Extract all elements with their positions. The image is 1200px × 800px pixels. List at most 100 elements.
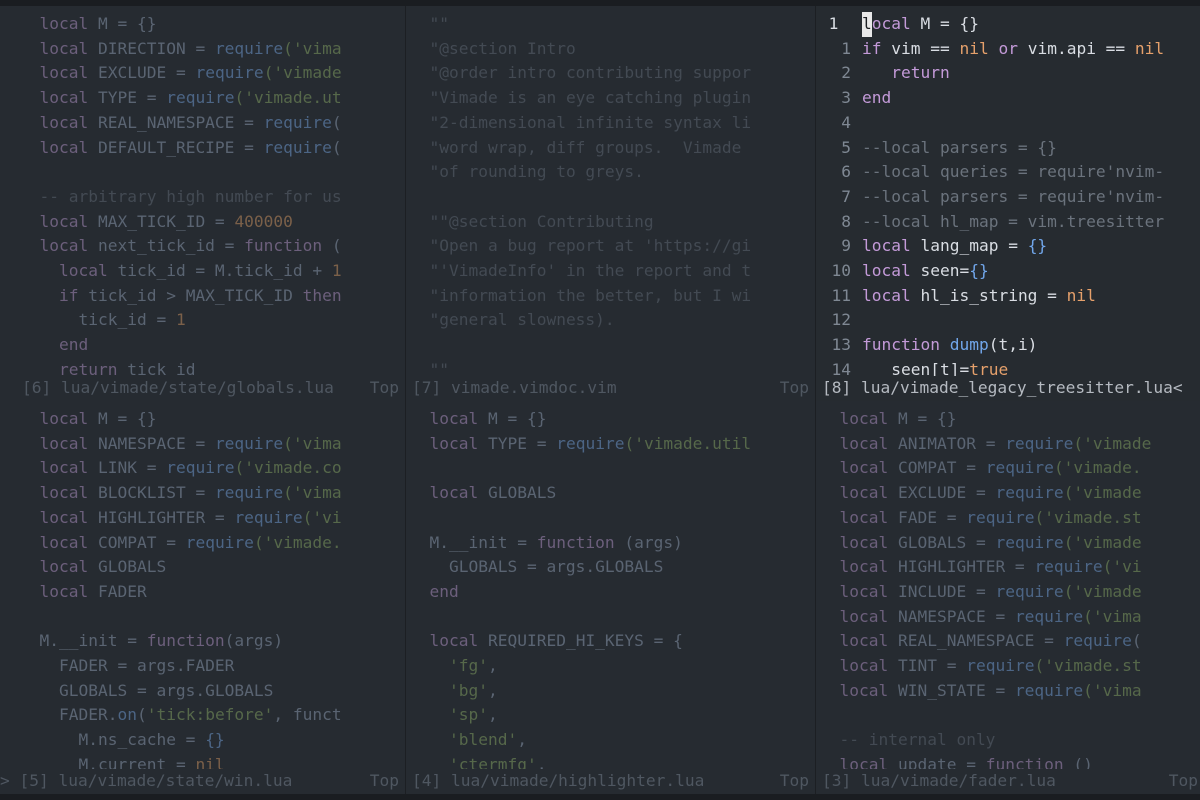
code-line[interactable]: 'sp', [406,703,816,728]
code-line[interactable]: 9 local lang_map = {} [816,234,1200,259]
code-line[interactable]: FADER = args.FADER [0,654,406,679]
code-line[interactable]: local M = {} [0,12,406,37]
code-line[interactable]: 'blend', [406,728,816,753]
code-line[interactable]: local REQUIRED_HI_KEYS = { [406,629,816,654]
code-line[interactable]: "'VimadeInfo' in the report and t [406,259,816,284]
code-line[interactable]: 'bg', [406,679,816,704]
code-line[interactable]: local TYPE = require('vimade.ut [0,86,406,111]
code-line[interactable] [0,160,406,185]
code-line[interactable]: 1 if vim == nil or vim.api == nil [816,37,1200,62]
code-line[interactable] [406,185,816,210]
window-w7[interactable]: "" "@section Intro "@order intro contrib… [406,6,816,401]
code-line[interactable]: "" [406,12,816,37]
statusline[interactable]: [4] lua/vimade/highlighter.lua Top [406,769,816,794]
code-line[interactable]: 10 local seen={} [816,259,1200,284]
code-line[interactable]: local M = {} [0,407,406,432]
code-line[interactable]: local FADER [0,580,406,605]
statusline[interactable]: [3] lua/vimade/fader.lua Top [816,769,1200,794]
code-line[interactable]: end [406,580,816,605]
code-line[interactable]: end [0,333,406,358]
code-line[interactable]: local INCLUDE = require('vimade [816,580,1200,605]
code-line[interactable]: "information the better, but I wi [406,284,816,309]
code-line[interactable]: 7 --local parsers = require'nvim- [816,185,1200,210]
code-line[interactable]: local GLOBALS [0,555,406,580]
code-line[interactable]: 5 --local parsers = {} [816,136,1200,161]
code-line[interactable]: local ANIMATOR = require('vimade [816,432,1200,457]
code-line[interactable] [406,605,816,630]
code-line[interactable]: 1 local M = {} [816,12,1200,37]
window-w5[interactable]: local M = {} local NAMESPACE = require('… [0,401,406,794]
code-line[interactable]: "of rounding to greys. [406,160,816,185]
code-line[interactable]: local EXCLUDE = require('vimade [816,481,1200,506]
code-line[interactable]: ""@section Contributing [406,210,816,235]
code-line[interactable]: local DIRECTION = require('vima [0,37,406,62]
code-line[interactable]: local M = {} [816,407,1200,432]
code-line[interactable]: 2 return [816,61,1200,86]
code-line[interactable]: GLOBALS = args.GLOBALS [0,679,406,704]
window-w4[interactable]: local M = {} local TYPE = require('vimad… [406,401,816,794]
code-line[interactable]: 3 end [816,86,1200,111]
code-line[interactable]: local GLOBALS = require('vimade [816,531,1200,556]
code-line[interactable]: local LINK = require('vimade.co [0,456,406,481]
code-line[interactable]: local tick_id = M.tick_id + 1 [0,259,406,284]
code-line[interactable]: 6 --local queries = require'nvim- [816,160,1200,185]
code-line[interactable]: local DEFAULT_RECIPE = require( [0,136,406,161]
code-line[interactable]: "Vimade is an eye catching plugin [406,86,816,111]
code-line[interactable]: local next_tick_id = function ( [0,234,406,259]
code-line[interactable]: 11 local hl_is_string = nil [816,284,1200,309]
code-line[interactable]: local M = {} [406,407,816,432]
code-line[interactable]: GLOBALS = args.GLOBALS [406,555,816,580]
code-line[interactable] [0,605,406,630]
code-line[interactable]: local COMPAT = require('vimade. [816,456,1200,481]
code-line[interactable]: "@section Intro [406,37,816,62]
code-line[interactable]: "Open a bug report at 'https://gi [406,234,816,259]
window-w6[interactable]: local M = {} local DIRECTION = require('… [0,6,406,401]
code-line[interactable]: local NAMESPACE = require('vima [816,605,1200,630]
code-line[interactable]: 'fg', [406,654,816,679]
code-line[interactable]: FADER.on('tick:before', funct [0,703,406,728]
code-line[interactable]: local BLOCKLIST = require('vima [0,481,406,506]
code-line[interactable]: if tick_id > MAX_TICK_ID then [0,284,406,309]
code-line[interactable]: "general slowness). [406,308,816,333]
code-line[interactable]: 4 [816,111,1200,136]
code-line[interactable] [406,456,816,481]
code-line[interactable]: "word wrap, diff groups. Vimade [406,136,816,161]
code-line[interactable]: local WIN_STATE = require('vima [816,679,1200,704]
code-line[interactable] [406,506,816,531]
window-w3[interactable]: local M = {} local ANIMATOR = require('v… [816,401,1200,794]
code-line[interactable]: 13 function dump(t,i) [816,333,1200,358]
vertical-separator[interactable] [815,6,816,794]
code-line[interactable]: tick_id = 1 [0,308,406,333]
statusline[interactable]: > [5] lua/vimade/state/win.lua Top [0,769,406,794]
code-line[interactable]: local HIGHLIGHTER = require('vi [816,555,1200,580]
code-line[interactable]: -- internal only [816,728,1200,753]
code-line[interactable]: M.ns_cache = {} [0,728,406,753]
code-line[interactable]: M.__init = function (args) [406,531,816,556]
code-line[interactable]: -- arbitrary high number for us [0,185,406,210]
code-line[interactable]: local GLOBALS [406,481,816,506]
code-line[interactable] [406,333,816,358]
code-line[interactable]: local REAL_NAMESPACE = require( [816,629,1200,654]
statusline[interactable]: [8] lua/vimade_legacy_treesitter.lua< [816,376,1200,401]
code-line[interactable]: "@order intro contributing suppor [406,61,816,86]
code-line[interactable] [816,703,1200,728]
code-line[interactable]: local TYPE = require('vimade.util [406,432,816,457]
statusline[interactable]: [6] lua/vimade/state/globals.lua Top [0,376,406,401]
code-line[interactable]: local COMPAT = require('vimade. [0,531,406,556]
code-line[interactable]: "2-dimensional infinite syntax li [406,111,816,136]
code-line[interactable]: 8 --local hl_map = vim.treesitter [816,210,1200,235]
window-w8[interactable]: 1 local M = {} 1 if vim == nil or vim.api =… [816,6,1200,401]
code-line[interactable]: local FADE = require('vimade.st [816,506,1200,531]
command-line[interactable] [0,794,1200,800]
code-line[interactable]: local TINT = require('vimade.st [816,654,1200,679]
code-line[interactable]: local NAMESPACE = require('vima [0,432,406,457]
code-line[interactable]: local REAL_NAMESPACE = require( [0,111,406,136]
code-line[interactable]: local MAX_TICK_ID = 400000 [0,210,406,235]
statusline[interactable]: [7] vimade.vimdoc.vim Top [406,376,816,401]
code-line[interactable]: 12 [816,308,1200,333]
vertical-separator[interactable] [405,6,406,794]
code-line[interactable]: local HIGHLIGHTER = require('vi [0,506,406,531]
code-line[interactable]: M.__init = function(args) [0,629,406,654]
code-line[interactable]: local EXCLUDE = require('vimade [0,61,406,86]
